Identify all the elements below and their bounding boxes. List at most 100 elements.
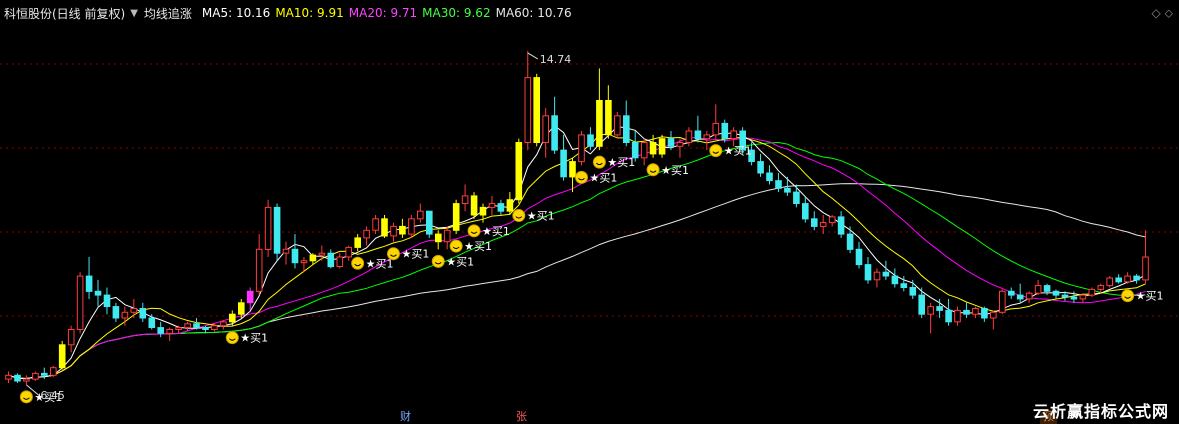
- finance-badge[interactable]: 财: [397, 410, 414, 424]
- candle-body-12: [112, 306, 120, 319]
- candle-body-110: [990, 311, 997, 319]
- chart-header: 科恒股份(日线 前复权) ▼ 均线追涨 MA5: 10.16 MA10: 9.9…: [0, 0, 1179, 26]
- candle-body-10: [94, 290, 102, 296]
- candle-body-27: [246, 290, 254, 304]
- buy-smiley-icon-5: [449, 239, 463, 253]
- candle-body-87: [784, 187, 791, 193]
- candle-body-73: [658, 138, 666, 155]
- limit-up-badge[interactable]: 张: [513, 410, 530, 424]
- candle-body-28: [255, 248, 263, 292]
- candle-body-120: [1079, 294, 1087, 300]
- candlestick-chart[interactable]: ★买1★买1★买1★买1★买1★买1★买1★买1★买1★买1★买1★买1★买11…: [0, 0, 1179, 424]
- candle-body-117: [1052, 290, 1060, 296]
- ma30-value: MA30: 9.62: [422, 6, 491, 20]
- candle-body-36: [327, 252, 335, 268]
- candle-body-116: [1043, 285, 1051, 292]
- candle-body-48: [435, 233, 442, 243]
- candle-body-107: [963, 309, 970, 315]
- candle-body-88: [793, 191, 800, 205]
- chevron-down-icon[interactable]: ▼: [130, 8, 138, 19]
- buy-signal-label-3: ★买1: [401, 248, 429, 261]
- buy-signal-label-8: ★买1: [589, 171, 617, 184]
- candle-body-109: [981, 308, 988, 319]
- diamond-icon[interactable]: ◇: [1152, 6, 1161, 20]
- candle-body-6: [58, 344, 66, 369]
- ma60-value: MA60: 10.76: [495, 6, 572, 20]
- candle-body-22: [202, 327, 209, 331]
- ma20-value: MA20: 9.71: [348, 6, 418, 20]
- candle-body-103: [927, 306, 935, 315]
- candle-body-18: [166, 329, 173, 334]
- candle-body-122: [1097, 285, 1105, 290]
- buy-signal-label-11: ★买1: [724, 145, 752, 158]
- candle-body-104: [936, 306, 943, 311]
- candle-body-114: [1025, 292, 1033, 300]
- candle-body-57: [515, 142, 523, 201]
- buy-smiley-icon-6: [467, 224, 481, 238]
- candle-body-8: [76, 275, 84, 331]
- candle-body-4: [41, 372, 48, 376]
- candle-body-97: [873, 271, 881, 281]
- kline-chart-panel: ★买1 ★买1 ★买1 ★买1 ★买1 ★买1 ★买1 ★买1 ★买1 ★买1 ★买1 ★买1 ★买1 1…: [0, 0, 1179, 424]
- candle-body-111: [999, 290, 1006, 313]
- candle-body-67: [605, 100, 612, 136]
- candle-body-123: [1106, 277, 1114, 287]
- candle-body-31: [282, 248, 290, 254]
- candle-body-100: [900, 283, 908, 289]
- candle-body-93: [837, 216, 845, 235]
- candle-body-17: [157, 327, 164, 334]
- candle-body-98: [882, 271, 890, 277]
- high-price-label: 14.74: [540, 53, 572, 66]
- candle-body-21: [193, 323, 200, 329]
- buy-smiley-icon-8: [574, 170, 588, 184]
- candle-body-124: [1115, 277, 1123, 283]
- candle-body-75: [676, 142, 684, 147]
- candle-body-99: [891, 275, 899, 285]
- candle-body-0: [5, 374, 12, 380]
- candle-body-53: [479, 206, 487, 216]
- candle-body-68: [614, 115, 621, 136]
- candle-body-115: [1034, 285, 1042, 294]
- candle-body-54: [488, 203, 496, 208]
- candle-body-105: [945, 309, 952, 323]
- candle-body-79: [712, 122, 720, 136]
- buy-smiley-icon-10: [646, 163, 660, 177]
- candle-body-84: [757, 161, 764, 174]
- candle-body-89: [802, 203, 809, 220]
- candle-body-106: [954, 309, 961, 323]
- buy-smiley-icon-0: [19, 390, 33, 404]
- candle-body-127: [1142, 256, 1149, 281]
- ma5-line: [8, 125, 1146, 380]
- candle-body-3: [32, 372, 39, 380]
- candle-body-61: [551, 115, 558, 151]
- candle-body-14: [130, 308, 138, 313]
- expand-icon[interactable]: ⬦: [1165, 6, 1173, 20]
- high-pointer: [527, 52, 539, 60]
- candle-body-112: [1008, 290, 1015, 296]
- candle-body-11: [103, 294, 111, 308]
- candle-body-96: [864, 264, 872, 281]
- candle-body-59: [533, 77, 541, 143]
- candle-body-66: [596, 100, 603, 147]
- buy-signal-label-4: ★买1: [446, 255, 474, 268]
- candle-body-76: [685, 130, 693, 143]
- indicator-name[interactable]: 均线追涨: [144, 5, 192, 22]
- candle-body-29: [264, 206, 272, 250]
- candle-body-40: [363, 229, 370, 239]
- candle-body-9: [85, 275, 93, 292]
- candle-body-55: [497, 203, 505, 212]
- candle-body-50: [452, 203, 460, 231]
- candle-body-15: [139, 308, 147, 319]
- candle-body-102: [918, 294, 926, 315]
- candle-body-44: [399, 225, 406, 235]
- candle-body-121: [1088, 288, 1096, 296]
- buy-signal-label-12: ★买1: [1136, 290, 1164, 303]
- candle-body-113: [1016, 294, 1024, 300]
- candle-body-80: [721, 122, 729, 140]
- candle-body-5: [50, 367, 57, 376]
- candle-body-77: [694, 130, 702, 140]
- candle-body-42: [381, 218, 388, 237]
- candle-body-13: [121, 311, 129, 319]
- stock-title[interactable]: 科恒股份(日线 前复权): [4, 5, 125, 22]
- candle-body-45: [408, 218, 415, 235]
